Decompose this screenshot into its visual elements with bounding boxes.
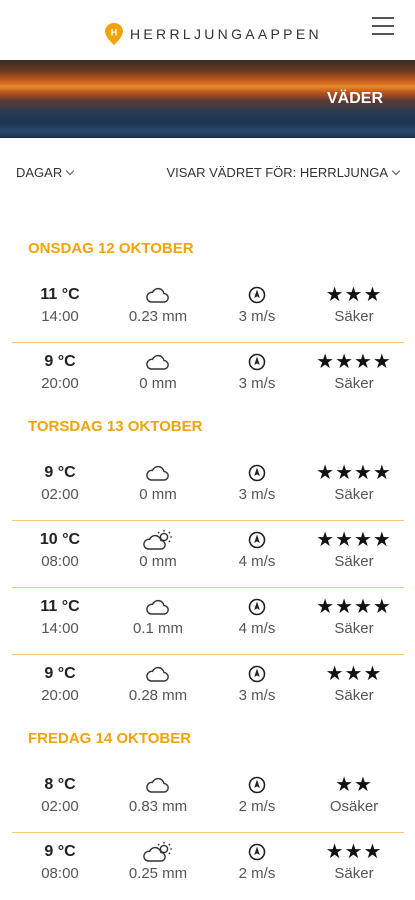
reliability-label: Säker (334, 553, 374, 570)
forecast-time: 08:00 (41, 865, 79, 882)
forecast-row: 9 °C 20:00 0.28 mm 3 m/s ★★★ Säker (12, 655, 404, 721)
reliability-label: Säker (334, 687, 374, 704)
forecast-time: 20:00 (41, 687, 79, 704)
temperature-value: 11 °C (40, 598, 80, 615)
day-heading: ONSDAG 12 OKTOBER (28, 240, 194, 257)
app-logo[interactable]: H HERRLJUNGAAPPEN (104, 22, 322, 46)
forecast-time: 14:00 (41, 308, 79, 325)
star-rating-icon: ★★★★ (316, 462, 392, 484)
cloud-icon (118, 462, 198, 484)
reliability-label: Säker (334, 486, 374, 503)
wind-direction-icon (226, 774, 288, 796)
wind-speed: 3 m/s (238, 308, 276, 325)
forecast-row: 9 °C 20:00 0 mm 3 m/s ★★★★ Säker (12, 343, 404, 409)
forecast-time: 02:00 (41, 798, 79, 815)
reliability-label: Säker (334, 620, 374, 637)
precipitation-value: 0.1 mm (132, 620, 183, 637)
temperature-value: 10 °C (39, 531, 81, 548)
forecast-row: 9 °C 08:00 0.25 mm 2 m/s ★★★ Säker (12, 833, 404, 899)
forecast-row: 10 °C 08:00 0 mm 4 m/s ★★★★ Säker (12, 521, 404, 588)
svg-text:H: H (111, 28, 118, 38)
star-rating-icon: ★★ (335, 774, 373, 796)
wind-speed: 3 m/s (238, 486, 276, 503)
temperature-value: 9 °C (44, 353, 76, 370)
wind-direction-icon (226, 462, 288, 484)
wind-direction-icon (226, 596, 288, 618)
partly-sunny-icon (118, 529, 198, 551)
day-heading: FREDAG 14 OKTOBER (28, 730, 192, 747)
logo-pin-icon: H (105, 23, 123, 45)
precipitation-value: 0.25 mm (128, 865, 188, 882)
wind-direction-icon (226, 841, 288, 863)
forecast-row: 11 °C 14:00 0.1 mm 4 m/s ★★★★ Säker (12, 588, 404, 655)
hamburger-icon[interactable] (372, 17, 394, 35)
chevron-down-icon (391, 166, 401, 176)
wind-direction-icon (226, 351, 288, 373)
wind-speed: 2 m/s (238, 798, 276, 815)
cloud-icon (118, 351, 198, 373)
cloud-icon (118, 663, 198, 685)
wind-direction-icon (226, 663, 288, 685)
location-dropdown[interactable]: VISAR VÄDRET FÖR: HERRLJUNGA (166, 165, 401, 180)
temperature-value: 9 °C (44, 665, 76, 682)
cloud-icon (118, 774, 198, 796)
precipitation-value: 0 mm (139, 553, 177, 570)
day-heading: TORSDAG 13 OKTOBER (28, 418, 203, 435)
partly-sunny-icon (118, 841, 198, 863)
forecast-time: 14:00 (41, 620, 79, 637)
app-header: H HERRLJUNGAAPPEN (0, 0, 415, 60)
wind-direction-icon (226, 529, 288, 551)
forecast-row: 8 °C 02:00 0.83 mm 2 m/s ★★ Osäker (12, 766, 404, 833)
temperature-value: 8 °C (44, 776, 76, 793)
wind-speed: 3 m/s (238, 375, 276, 392)
wind-speed: 4 m/s (238, 553, 276, 570)
wind-speed: 3 m/s (238, 687, 276, 704)
star-rating-icon: ★★★★ (316, 596, 392, 618)
precipitation-value: 0.28 mm (128, 687, 188, 704)
reliability-label: Säker (334, 308, 374, 325)
cloud-icon (118, 596, 198, 618)
forecast-time: 02:00 (41, 486, 79, 503)
wind-speed: 4 m/s (238, 620, 276, 637)
forecast-row: 11 °C 14:00 0.23 mm 3 m/s ★★★ Säker (12, 276, 404, 343)
temperature-value: 9 °C (44, 464, 76, 481)
wind-direction-icon (226, 284, 288, 306)
cloud-icon (118, 284, 198, 306)
star-rating-icon: ★★★★ (316, 351, 392, 373)
chevron-down-icon (65, 166, 75, 176)
precipitation-value: 0 mm (139, 375, 177, 392)
precipitation-value: 0 mm (139, 486, 177, 503)
star-rating-icon: ★★★★ (316, 529, 392, 551)
reliability-label: Osäker (329, 798, 379, 815)
days-dropdown[interactable]: DAGAR (16, 165, 75, 180)
location-dropdown-label: VISAR VÄDRET FÖR: HERRLJUNGA (166, 165, 388, 180)
precipitation-value: 0.23 mm (128, 308, 188, 325)
wind-speed: 2 m/s (238, 865, 276, 882)
days-dropdown-label: DAGAR (16, 165, 63, 180)
temperature-value: 9 °C (44, 843, 76, 860)
star-rating-icon: ★★★ (325, 663, 383, 685)
logo-text: HERRLJUNGAAPPEN (130, 26, 322, 42)
star-rating-icon: ★★★ (325, 284, 383, 306)
precipitation-value: 0.83 mm (128, 798, 188, 815)
star-rating-icon: ★★★ (325, 841, 383, 863)
forecast-time: 08:00 (41, 553, 79, 570)
temperature-value: 11 °C (40, 286, 80, 303)
hero-banner: VÄDER (0, 60, 415, 138)
reliability-label: Säker (334, 865, 374, 882)
reliability-label: Säker (334, 375, 374, 392)
filter-bar: DAGAR VISAR VÄDRET FÖR: HERRLJUNGA (0, 165, 415, 185)
page-title: VÄDER (326, 90, 383, 107)
forecast-time: 20:00 (41, 375, 79, 392)
forecast-row: 9 °C 02:00 0 mm 3 m/s ★★★★ Säker (12, 454, 404, 521)
